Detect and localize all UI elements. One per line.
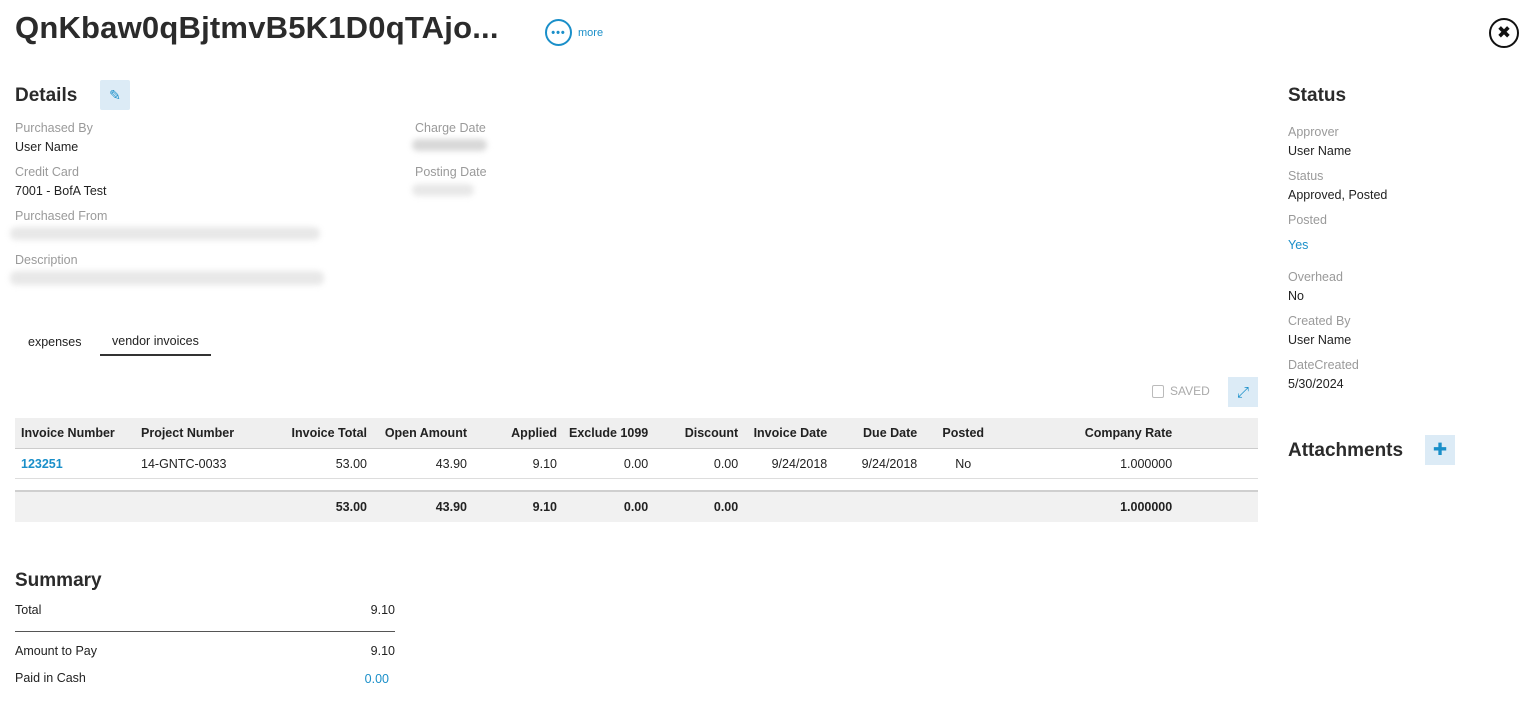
date-created-value: 5/30/2024	[1288, 377, 1344, 391]
cell-invoice-date: 9/24/2018	[744, 448, 834, 479]
col-invoice-total[interactable]: Invoice Total	[263, 418, 373, 449]
expand-button[interactable]: ⤢	[1228, 377, 1258, 407]
tab-vendor-invoices[interactable]: vendor invoices	[100, 334, 211, 356]
edit-details-button[interactable]: ✎	[100, 80, 130, 110]
posting-date-label: Posting Date	[415, 165, 487, 179]
close-icon[interactable]: ✖	[1489, 18, 1519, 48]
created-by-value: User Name	[1288, 333, 1352, 347]
col-posted[interactable]: Posted	[923, 418, 1004, 449]
total-cell-blank	[135, 491, 263, 522]
saved-label: SAVED	[1170, 384, 1210, 398]
purchased-from-redacted	[10, 227, 320, 240]
total-open-amount: 43.90	[373, 491, 473, 522]
saved-indicator: SAVED	[1152, 384, 1210, 398]
cell-exclude-1099[interactable]: 0.00	[563, 448, 655, 479]
approver-label: Approver	[1288, 125, 1339, 139]
add-attachment-button[interactable]: ✚	[1425, 435, 1455, 465]
table-total-row: 53.00 43.90 9.10 0.00 0.00 1.000000	[15, 491, 1258, 522]
credit-card-label: Credit Card	[15, 165, 79, 179]
col-invoice-date[interactable]: Invoice Date	[744, 418, 834, 449]
overhead-value: No	[1288, 289, 1304, 303]
paid-in-cash-label: Paid in Cash	[15, 671, 86, 685]
total-cell-blank	[744, 491, 834, 522]
created-by-label: Created By	[1288, 314, 1351, 328]
cell-project-number: 14-GNTC-0033	[135, 448, 263, 479]
spacer-cell	[15, 478, 1258, 492]
summary-total-value: 9.10	[370, 603, 395, 617]
col-applied[interactable]: Applied	[473, 418, 563, 449]
total-applied: 9.10	[473, 491, 563, 522]
save-icon	[1152, 384, 1164, 398]
total-cell-blank	[923, 491, 1004, 522]
page-title: QnKbaw0qBjtmvB5K1D0qTAjo...	[15, 10, 499, 45]
cell-applied[interactable]: 9.10	[473, 448, 563, 479]
cell-open-amount: 43.90	[373, 448, 473, 479]
date-created-label: DateCreated	[1288, 358, 1359, 372]
cell-invoice-total: 53.00	[263, 448, 373, 479]
col-company-rate[interactable]: Company Rate	[1003, 418, 1179, 449]
col-exclude-1099[interactable]: Exclude 1099	[563, 418, 655, 449]
posting-date-redacted	[412, 184, 474, 196]
purchased-by-value: User Name	[15, 140, 79, 154]
purchased-by-label: Purchased By	[15, 121, 93, 135]
cell-discount[interactable]: 0.00	[654, 448, 745, 479]
col-invoice-number[interactable]: Invoice Number	[15, 418, 135, 449]
table-header-row: Invoice Number Project Number Invoice To…	[15, 418, 1258, 449]
amount-to-pay-value: 9.10	[370, 644, 395, 658]
cell-company-rate: 1.000000	[1003, 448, 1179, 479]
details-heading: Details	[15, 85, 78, 106]
description-label: Description	[15, 253, 78, 267]
status-value: Approved, Posted	[1288, 188, 1388, 202]
col-due-date[interactable]: Due Date	[833, 418, 924, 449]
more-button[interactable]: ••• more	[545, 19, 603, 46]
col-filler	[1178, 418, 1258, 449]
table-spacer-row	[15, 478, 1258, 492]
overhead-label: Overhead	[1288, 270, 1343, 284]
cell-posted: No	[923, 448, 1004, 479]
col-open-amount[interactable]: Open Amount	[373, 418, 473, 449]
charge-date-label: Charge Date	[415, 121, 486, 135]
pencil-icon: ✎	[109, 86, 121, 103]
total-cell-blank	[15, 491, 135, 522]
status-label: Status	[1288, 169, 1324, 183]
paid-in-cash-link[interactable]: 0.00	[289, 672, 389, 686]
cell-filler	[1178, 448, 1258, 479]
summary-total-label: Total	[15, 603, 42, 617]
plus-icon: ✚	[1432, 440, 1448, 459]
credit-card-value: 7001 - BofA Test	[15, 184, 107, 198]
total-invoice-total: 53.00	[263, 491, 373, 522]
vendor-invoices-table: Invoice Number Project Number Invoice To…	[15, 418, 1258, 522]
invoice-number-link[interactable]: 123251	[21, 457, 63, 471]
expand-icon: ⤢	[1236, 383, 1249, 401]
cell-due-date: 9/24/2018	[833, 448, 924, 479]
total-discount: 0.00	[654, 491, 745, 522]
more-icon[interactable]: •••	[545, 19, 572, 46]
total-exclude-1099: 0.00	[563, 491, 655, 522]
total-cell-blank	[833, 491, 924, 522]
more-label[interactable]: more	[578, 27, 603, 39]
charge-date-redacted	[412, 139, 487, 151]
purchased-from-label: Purchased From	[15, 209, 108, 223]
posted-label: Posted	[1288, 213, 1327, 227]
status-heading: Status	[1288, 85, 1347, 106]
total-company-rate: 1.000000	[1003, 491, 1179, 522]
summary-heading: Summary	[15, 570, 102, 591]
summary-divider	[15, 631, 395, 632]
approver-value: User Name	[1288, 144, 1352, 158]
col-discount[interactable]: Discount	[654, 418, 745, 449]
col-project-number[interactable]: Project Number	[135, 418, 263, 449]
posted-value-link[interactable]: Yes	[1288, 238, 1308, 252]
tab-expenses[interactable]: expenses	[28, 335, 82, 355]
description-redacted	[10, 271, 324, 285]
attachments-heading: Attachments	[1288, 440, 1404, 461]
total-cell-blank	[1178, 491, 1258, 522]
table-row: 123251 14-GNTC-0033 53.00 43.90 9.10 0.0…	[15, 448, 1258, 479]
amount-to-pay-label: Amount to Pay	[15, 644, 97, 658]
